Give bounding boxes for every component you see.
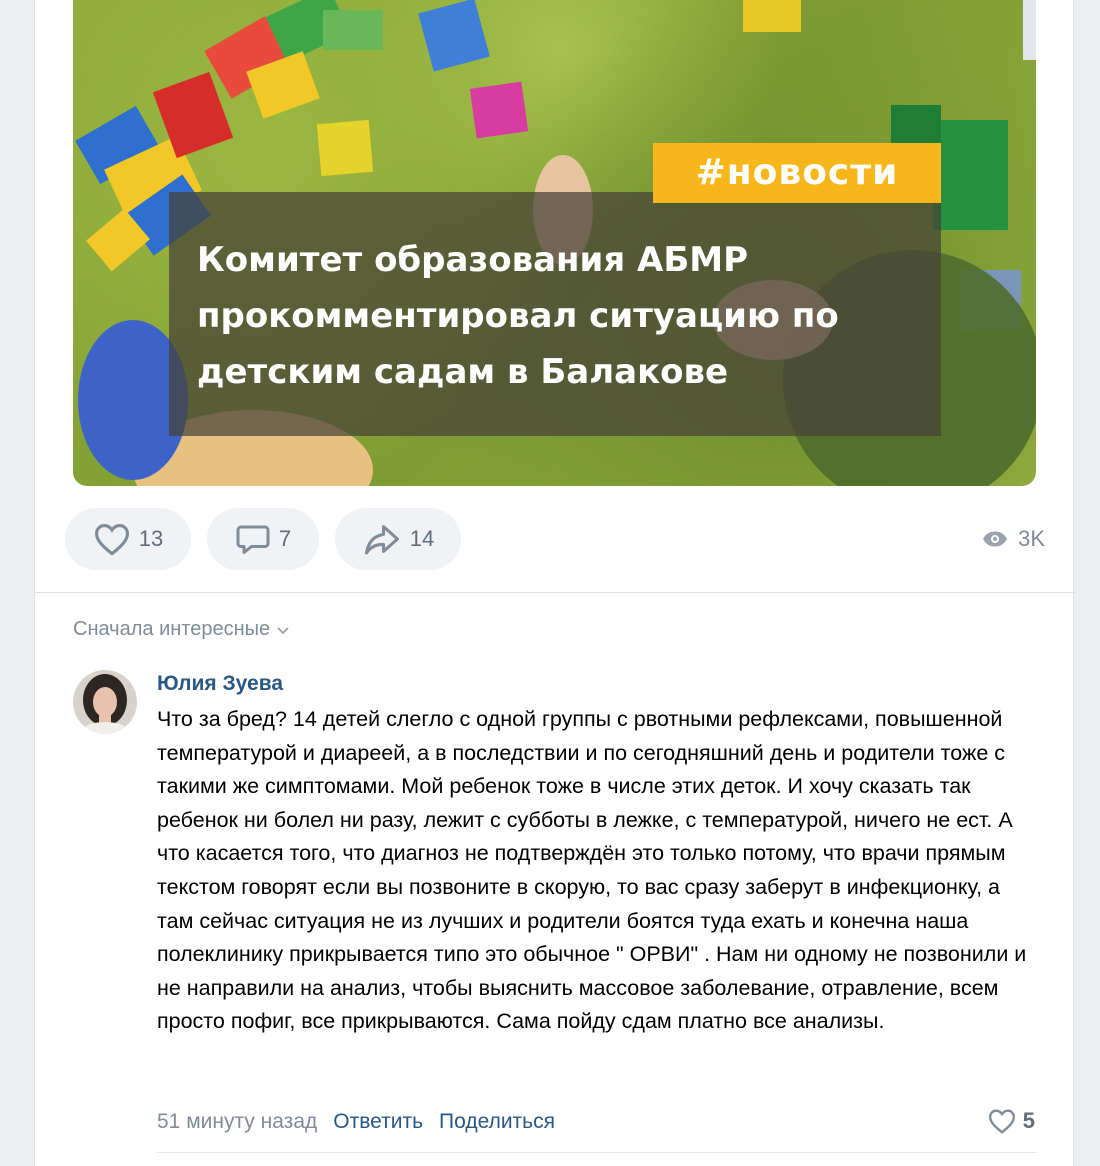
section-divider xyxy=(35,592,1075,593)
comment-text: Что за бред? 14 детей слегло с одной гру… xyxy=(157,707,1027,1034)
avatar[interactable] xyxy=(73,670,137,734)
eye-icon xyxy=(983,531,1008,547)
share-button[interactable]: 14 xyxy=(335,508,461,570)
views-count: 3K xyxy=(1018,526,1045,551)
comment-like-button[interactable]: 5 xyxy=(987,1108,1035,1134)
comment-meta: 51 минуту назад Ответить Поделиться xyxy=(157,1110,555,1134)
comment-button[interactable]: 7 xyxy=(207,508,319,570)
user-photo xyxy=(73,670,137,734)
heart-icon xyxy=(94,524,129,556)
comment-icon xyxy=(236,525,270,554)
headline-text: Комитет образования АБМР прокомментирова… xyxy=(197,240,839,392)
reply-link[interactable]: Ответить xyxy=(333,1110,423,1134)
comments-sort-dropdown[interactable]: Сначала интересные xyxy=(73,618,290,641)
views-counter: 3K xyxy=(982,508,1045,570)
sort-label: Сначала интересные xyxy=(73,618,271,640)
share-count: 14 xyxy=(409,526,435,551)
hashtag-badge: #новости xyxy=(653,143,941,203)
like-button[interactable]: 13 xyxy=(65,508,191,570)
comment-like-count: 5 xyxy=(1022,1108,1035,1133)
comment-separator xyxy=(157,1152,1037,1153)
comment-author[interactable]: Юлия Зуева xyxy=(157,672,283,696)
like-count: 13 xyxy=(138,526,164,551)
share-arrow-icon xyxy=(364,525,399,555)
heart-icon xyxy=(988,1109,1015,1134)
share-link[interactable]: Поделиться xyxy=(439,1110,555,1134)
post-card: #новости Комитет образования АБМР проком… xyxy=(34,0,1075,1166)
comment-time[interactable]: 51 минуту назад xyxy=(157,1110,317,1134)
chevron-down-icon xyxy=(277,626,289,634)
post-image[interactable]: #новости Комитет образования АБМР проком… xyxy=(73,0,1036,486)
comment-count: 7 xyxy=(278,526,292,551)
post-actions: 13 7 14 3K xyxy=(65,508,1045,570)
